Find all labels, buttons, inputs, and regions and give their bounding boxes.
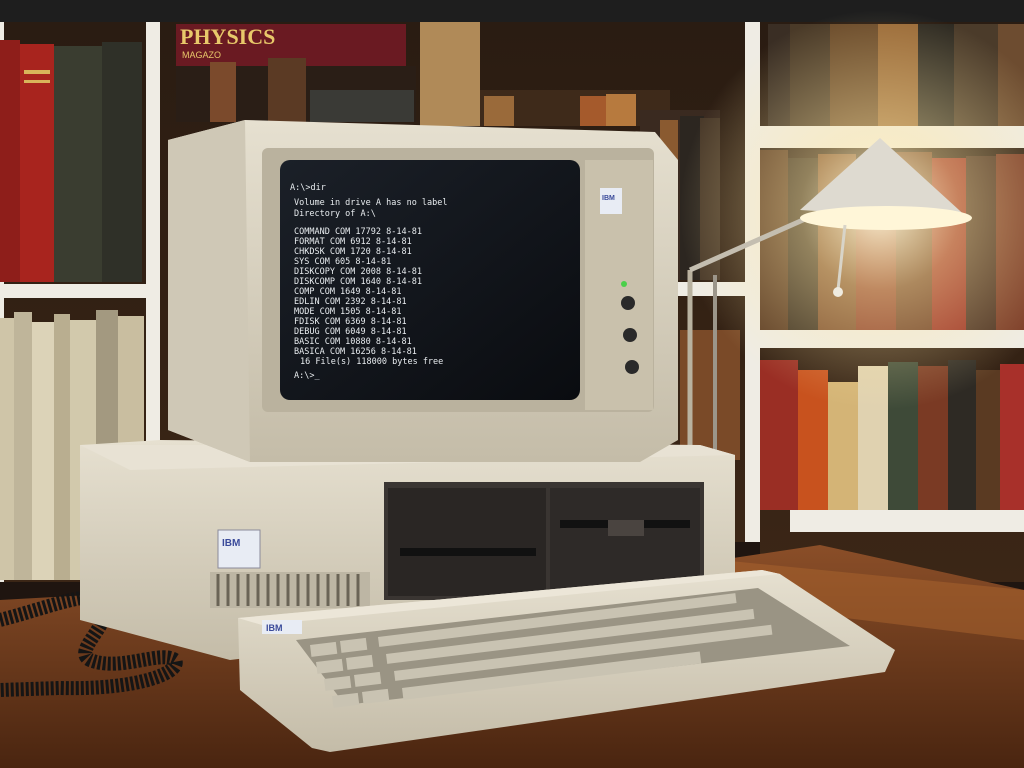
keyboard-badge-text: IBM	[266, 623, 283, 633]
vintage-ibm-pc-photo: PHYSICS MAGAZO IBM IBM A:\>dir Volume in…	[0, 10, 1024, 768]
screen-line: MODE COM 1505 8-14-81	[294, 307, 401, 317]
screen-line: FORMAT COM 6912 8-14-81	[294, 237, 412, 247]
screen-line: A:\>_	[294, 371, 320, 381]
screen-line: EDLIN COM 2392 8-14-81	[294, 297, 407, 307]
screen-line: DISKCOPY COM 2008 8-14-81	[294, 267, 422, 277]
floppy-slot-a	[400, 548, 536, 556]
screen-line: Directory of A:\	[294, 209, 376, 219]
physics-book-title: PHYSICS	[180, 24, 275, 49]
screen-line: Volume in drive A has no label	[294, 198, 448, 208]
vent-grille	[210, 572, 370, 608]
physics-book-subtitle: MAGAZO	[182, 50, 221, 60]
screen-line: DISKCOMP COM 1640 8-14-81	[294, 277, 422, 287]
system-unit-badge-text: IBM	[222, 538, 240, 549]
contrast-knob	[623, 328, 637, 342]
screen-line: 16 File(s) 118000 bytes free	[300, 357, 443, 367]
screen-line: FDISK COM 6369 8-14-81	[294, 317, 407, 327]
screen-line: SYS COM 605 8-14-81	[294, 257, 391, 267]
screen-line: BASIC COM 10880 8-14-81	[294, 337, 412, 347]
ibm-monitor: IBM A:\>dir Volume in drive A has no lab…	[168, 120, 678, 462]
screen-line: A:\>dir	[290, 183, 326, 193]
brightness-knob	[621, 296, 635, 310]
screen-line: COMMAND COM 17792 8-14-81	[294, 227, 422, 237]
power-led	[621, 281, 627, 287]
system-unit-badge	[217, 529, 261, 569]
monitor-badge-text: IBM	[602, 195, 615, 202]
screen-line: DEBUG COM 6049 8-14-81	[294, 327, 407, 337]
screen-line: CHKDSK COM 1720 8-14-81	[294, 247, 412, 257]
screen-line: COMP COM 1649 8-14-81	[294, 287, 401, 297]
power-knob	[625, 360, 639, 374]
screen-line: BASICA COM 16256 8-14-81	[294, 347, 417, 357]
